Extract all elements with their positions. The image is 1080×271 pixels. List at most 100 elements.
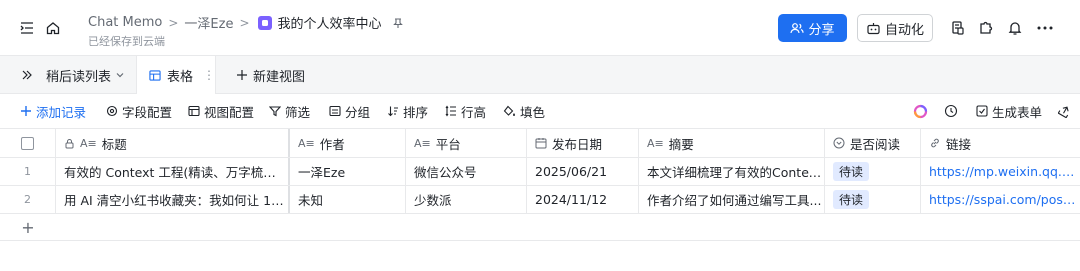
platform-cell[interactable]: 微信公众号	[406, 158, 527, 185]
platform-text: 少数派	[414, 193, 452, 208]
group-button[interactable]: 分组	[329, 94, 370, 128]
sort-button[interactable]: 排序	[387, 94, 428, 128]
breadcrumb-item-owner[interactable]: 一泽Eze	[184, 13, 233, 32]
field-config-button[interactable]: 字段配置	[106, 94, 172, 128]
summary-cell[interactable]: 作者介绍了如何通过编写工具...	[639, 186, 825, 213]
title-cell[interactable]: 用 AI 清空小红书收藏夹：我如何让 100...	[56, 186, 290, 213]
breadcrumb-item-chat-memo[interactable]: Chat Memo	[88, 15, 162, 30]
generate-form-label: 生成表单	[992, 104, 1043, 120]
home-icon[interactable]	[44, 19, 62, 37]
generate-form-button[interactable]: 生成表单	[976, 94, 1042, 128]
column-header-date[interactable]: 发布日期	[527, 129, 639, 157]
author-cell[interactable]: 未知	[290, 186, 406, 213]
summary-cell[interactable]: 本文详细梳理了有效的Contex...	[639, 158, 825, 185]
view-config-button[interactable]: 视图配置	[188, 94, 254, 128]
paint-bucket-icon	[503, 105, 515, 116]
add-record-button[interactable]: 添加记录	[20, 94, 86, 128]
chevron-down-icon	[116, 73, 124, 78]
base-app-icon	[257, 15, 272, 30]
view-group-dropdown[interactable]: 稍后读列表	[46, 56, 125, 94]
link-icon	[929, 137, 941, 149]
top-bar: Chat Memo > 一泽Eze > 我的个人效率中心 已经保存到云端 分享 …	[0, 0, 1080, 56]
row-height-icon	[445, 105, 456, 117]
row-height-label: 行高	[461, 104, 487, 120]
add-row[interactable]: +	[0, 214, 1080, 241]
column-header-summary[interactable]: A≡ 摘要	[639, 129, 825, 157]
group-label: 分组	[345, 104, 371, 120]
text-field-icon: A≡	[647, 136, 664, 150]
column-header-title[interactable]: A≡ 标题	[56, 129, 290, 157]
tab-menu-icon[interactable]: ⋮	[203, 68, 215, 82]
read-status-cell[interactable]: 待读	[825, 186, 921, 213]
tab-table-label: 表格	[166, 69, 193, 85]
summary-text: 本文详细梳理了有效的Contex...	[647, 165, 824, 180]
chevron-right-icon: >	[239, 15, 250, 30]
save-status: 已经保存到云端	[88, 35, 165, 48]
table-row[interactable]: 2 用 AI 清空小红书收藏夹：我如何让 100... 未知 少数派 2024/…	[0, 186, 1080, 214]
author-cell[interactable]: 一泽Eze	[290, 158, 406, 185]
link-cell[interactable]: https://mp.weixin.qq.co...	[921, 158, 1080, 185]
filter-label: 筛选	[285, 104, 311, 120]
status-badge: 待读	[833, 190, 870, 209]
share-button[interactable]: 分享	[778, 14, 847, 42]
table-row[interactable]: 1 有效的 Context 工程(精读、万字梳理)|... 一泽Eze 微信公众…	[0, 158, 1080, 186]
filter-button[interactable]: 筛选	[269, 94, 310, 128]
platform-cell[interactable]: 少数派	[406, 186, 527, 213]
column-header-platform[interactable]: A≡ 平台	[406, 129, 527, 157]
plugin-puzzle-icon[interactable]	[977, 19, 995, 37]
new-view-label: 新建视图	[253, 69, 306, 85]
sort-label: 排序	[403, 104, 429, 120]
automation-button[interactable]: 自动化	[857, 14, 933, 42]
view-settings-icon	[188, 105, 200, 117]
view-config-label: 视图配置	[204, 104, 255, 120]
add-record-label: 添加记录	[36, 104, 87, 120]
select-all-checkbox[interactable]	[0, 129, 56, 157]
plus-icon	[21, 106, 31, 116]
column-label: 摘要	[668, 136, 694, 152]
column-header-author[interactable]: A≡ 作者	[290, 129, 406, 157]
share-button-label: 分享	[808, 22, 835, 38]
tab-table-view[interactable]: 表格 ⋮	[136, 56, 216, 94]
column-header-link[interactable]: 链接	[921, 129, 1080, 157]
history-icon[interactable]	[944, 94, 958, 128]
title-cell[interactable]: 有效的 Context 工程(精读、万字梳理)|...	[56, 158, 290, 185]
new-view-button[interactable]: 新建视图	[236, 56, 305, 94]
ai-assistant-icon[interactable]	[913, 94, 928, 128]
date-cell[interactable]: 2024/11/12	[527, 186, 639, 213]
link-cell[interactable]: https://sspai.com/post/...	[921, 186, 1080, 213]
single-select-icon	[833, 137, 845, 149]
expand-views-icon[interactable]	[20, 56, 34, 94]
row-index: 1	[0, 158, 56, 185]
pin-icon[interactable]	[392, 17, 404, 29]
date-text: 2024/11/12	[535, 192, 608, 207]
robot-icon	[867, 22, 880, 34]
page-title[interactable]: 我的个人效率中心	[278, 13, 382, 32]
column-label: 作者	[319, 136, 345, 152]
add-row-plus-icon[interactable]: +	[0, 214, 56, 240]
bell-icon[interactable]	[1006, 19, 1024, 37]
form-check-icon	[976, 105, 988, 117]
view-bar: 稍后读列表 表格 ⋮ 新建视图	[0, 56, 1080, 94]
column-label: 标题	[101, 136, 127, 152]
link-text[interactable]: https://mp.weixin.qq.co...	[929, 164, 1080, 179]
document-copy-icon[interactable]	[949, 19, 967, 37]
fill-color-button[interactable]: 填色	[503, 94, 545, 128]
author-text: 一泽Eze	[298, 165, 346, 180]
text-field-icon: A≡	[80, 136, 97, 150]
read-status-cell[interactable]: 待读	[825, 158, 921, 185]
table-header-row: A≡ 标题 A≡ 作者 A≡ 平台 发布日期 A≡ 摘要 是否阅读 链接	[0, 128, 1080, 158]
sidebar-toggle-icon[interactable]	[18, 19, 36, 37]
date-cell[interactable]: 2025/06/21	[527, 158, 639, 185]
link-text[interactable]: https://sspai.com/post/...	[929, 192, 1080, 207]
share-view-icon[interactable]	[1058, 94, 1071, 128]
title-text: 有效的 Context 工程(精读、万字梳理)|...	[64, 165, 288, 180]
field-config-label: 字段配置	[122, 104, 173, 120]
row-height-button[interactable]: 行高	[445, 94, 486, 128]
platform-text: 微信公众号	[414, 165, 477, 180]
lock-icon	[64, 138, 75, 149]
column-header-read-status[interactable]: 是否阅读	[825, 129, 921, 157]
column-label: 平台	[435, 136, 461, 152]
chevron-right-icon: >	[168, 15, 179, 30]
more-icon[interactable]	[1035, 19, 1055, 37]
column-label: 是否阅读	[850, 136, 901, 152]
